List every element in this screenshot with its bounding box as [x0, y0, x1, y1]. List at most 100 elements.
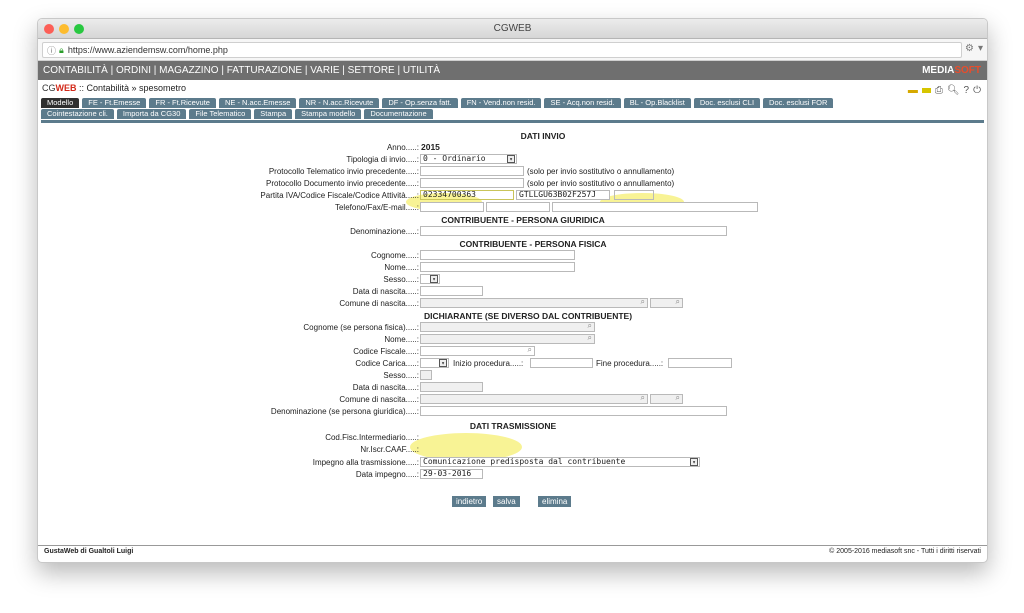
- tab-importa-da-cg30[interactable]: Importa da CG30: [116, 109, 187, 119]
- tab-stampa[interactable]: Stampa: [254, 109, 293, 119]
- search-icon: ⌕: [675, 394, 680, 402]
- tab-doc-esclusi-for[interactable]: Doc. esclusi FOR: [763, 98, 834, 108]
- dich-carica-select[interactable]: ▾: [420, 358, 449, 368]
- comune-nascita-label: Comune di nascita.....:: [339, 299, 419, 308]
- dich-data-nascita-input[interactable]: [420, 382, 483, 392]
- url-input[interactable]: ⓘ 🔒︎ https://www.aziendemsw.com/home.php: [42, 42, 962, 58]
- dich-cognome-input[interactable]: ⌕: [420, 322, 595, 332]
- tab-cointestazione-cli[interactable]: Cointestazione cli.: [41, 109, 114, 119]
- prot-doc-input[interactable]: [420, 178, 524, 188]
- section-trasmissione: DATI TRASMISSIONE: [469, 421, 557, 431]
- provincia-nascita-input[interactable]: ⌕: [650, 298, 683, 308]
- section-dichiarante: DICHIARANTE (SE DIVERSO DAL CONTRIBUENTE…: [423, 311, 633, 321]
- tab-modello[interactable]: Modello: [41, 98, 80, 108]
- info-icon[interactable]: ⓘ: [47, 44, 56, 57]
- close-window-button[interactable]: [44, 24, 54, 34]
- piva-input[interactable]: 02334700363: [420, 190, 514, 200]
- sesso-label: Sesso.....:: [383, 275, 419, 284]
- section-persona-giuridica: CONTRIBUENTE - PERSONA GIURIDICA: [441, 215, 605, 225]
- tab-fr-ft-ricevute[interactable]: FR - Ft.Ricevute: [149, 98, 216, 108]
- tipologia-select[interactable]: 0 - Ordinario ▾: [420, 154, 517, 164]
- tab-documentazione[interactable]: Documentazione: [364, 109, 433, 119]
- window-title: CGWEB: [493, 23, 532, 34]
- search-icon: ⌕: [527, 346, 532, 354]
- prot-tel-input[interactable]: [420, 166, 524, 176]
- section-persona-fisica: CONTRIBUENTE - PERSONA FISICA: [459, 239, 607, 249]
- nome-input[interactable]: [420, 262, 575, 272]
- dich-nome-label: Nome.....:: [384, 335, 419, 344]
- cognome-input[interactable]: [420, 250, 575, 260]
- main-menu: CONTABILITÀ | ORDINI | MAGAZZINO | FATTU…: [38, 61, 987, 80]
- fine-procedura-label: Fine procedura.....:: [596, 359, 664, 368]
- tab-bl-op-blacklist[interactable]: BL - Op.Blacklist: [623, 98, 691, 108]
- highlight-icon[interactable]: [921, 88, 931, 93]
- impegno-select[interactable]: Comunicazione predisposta dal contribuen…: [420, 457, 700, 467]
- tab-ne-n-acc-emesse[interactable]: NE - N.acc.Emesse: [218, 98, 297, 108]
- footer-left: GustaWeb di Gualtoli Luigi: [44, 548, 134, 555]
- dich-cf-label: Codice Fiscale.....:: [353, 347, 419, 356]
- lock-icon: 🔒︎: [59, 44, 64, 55]
- tab-file-telematico[interactable]: File Telematico: [189, 109, 252, 119]
- denominazione-label: Denominazione.....:: [350, 227, 419, 236]
- help-icon[interactable]: ?: [964, 82, 970, 99]
- inizio-procedura-input[interactable]: [530, 358, 593, 368]
- print-icon[interactable]: ⎙: [935, 82, 943, 99]
- dich-comune-input[interactable]: ⌕: [420, 394, 648, 404]
- brand-logo: MEDIASOFT: [922, 65, 981, 76]
- comune-nascita-input[interactable]: ⌕: [420, 298, 648, 308]
- form-area: DATI INVIO Anno.....: 2015 Tipologia di …: [38, 123, 987, 538]
- cf-input[interactable]: GTLLGU63B02F257J: [516, 190, 610, 200]
- prot-doc-label: Protocollo Documento invio precedente...…: [266, 179, 419, 188]
- search-icon: ⌕: [675, 298, 680, 306]
- title-bar: CGWEB: [38, 19, 987, 39]
- main-menu-items[interactable]: CONTABILITÀ | ORDINI | MAGAZZINO | FATTU…: [43, 65, 440, 76]
- denominazione-input[interactable]: [420, 226, 727, 236]
- tab-fn-vend-non-resid[interactable]: FN - Vend.non resid.: [460, 98, 542, 108]
- telefono-input[interactable]: [420, 202, 484, 212]
- piva-label: Partita IVA/Codice Fiscale/Codice Attivi…: [260, 191, 419, 200]
- tab-se-acq-non-resid[interactable]: SE - Acq.non resid.: [544, 98, 621, 108]
- fine-procedura-input[interactable]: [668, 358, 732, 368]
- data-impegno-input[interactable]: 29-03-2016: [420, 469, 483, 479]
- codice-attivita-input[interactable]: [614, 190, 654, 200]
- power-icon[interactable]: ⏻: [973, 82, 981, 99]
- dich-data-nascita-label: Data di nascita.....:: [352, 383, 419, 392]
- tab-stampa-modello[interactable]: Stampa modello: [295, 109, 362, 119]
- extensions-icon[interactable]: ⚙: [965, 43, 974, 54]
- folder-icon[interactable]: ▬: [908, 82, 918, 99]
- tab-fe-ft-emesse[interactable]: FE - Ft.Emesse: [82, 98, 147, 108]
- dich-sesso-input[interactable]: [420, 370, 432, 380]
- salva-button[interactable]: salva: [493, 496, 520, 507]
- breadcrumb: CGWEB :: Contabilità » spesometro ▬ ⎙ 🔍︎…: [38, 80, 987, 97]
- tab-doc-esclusi-cli[interactable]: Doc. esclusi CLI: [693, 98, 761, 108]
- elimina-button[interactable]: elimina: [538, 496, 572, 507]
- email-input[interactable]: [552, 202, 758, 212]
- data-impegno-label: Data impegno.....:: [355, 470, 419, 479]
- cognome-label: Cognome.....:: [370, 251, 419, 260]
- search-icon: ⌕: [587, 322, 592, 330]
- menu-chevron-icon[interactable]: ▾: [978, 43, 983, 54]
- tab-nr-n-acc-ricevute[interactable]: NR - N.acc.Ricevute: [299, 98, 380, 108]
- search-icon: ⌕: [640, 394, 645, 402]
- prot-tel-label: Protocollo Telematico invio precedente..…: [268, 167, 419, 176]
- prot-tel-note: (solo per invio sostitutivo o annullamen…: [527, 167, 675, 176]
- breadcrumb-path: :: Contabilità » spesometro: [76, 83, 187, 93]
- anno-label: Anno.....:: [386, 143, 419, 152]
- indietro-button[interactable]: indietro: [452, 496, 487, 507]
- cf-intermediario-label: Cod.Fisc.Intermediario.....:: [325, 433, 419, 442]
- footer: GustaWeb di Gualtoli Luigi © 2005-2016 m…: [38, 545, 987, 557]
- zoom-window-button[interactable]: [74, 24, 84, 34]
- sesso-select[interactable]: ▾: [420, 274, 440, 284]
- tab-df-op-senza-fatt[interactable]: DF - Op.senza fatt.: [382, 98, 458, 108]
- dich-cf-input[interactable]: ⌕: [420, 346, 535, 356]
- dich-nome-input[interactable]: ⌕: [420, 334, 595, 344]
- fax-input[interactable]: [486, 202, 550, 212]
- search-icon[interactable]: 🔍︎: [947, 82, 960, 99]
- anno-value: 2015: [421, 142, 440, 152]
- caaf-label: Nr.Iscr.CAAF.....:: [360, 445, 419, 454]
- dich-denominazione-input[interactable]: [420, 406, 727, 416]
- minimize-window-button[interactable]: [59, 24, 69, 34]
- section-dati-invio: DATI INVIO: [520, 131, 566, 141]
- data-nascita-input[interactable]: [420, 286, 483, 296]
- dich-provincia-input[interactable]: ⌕: [650, 394, 683, 404]
